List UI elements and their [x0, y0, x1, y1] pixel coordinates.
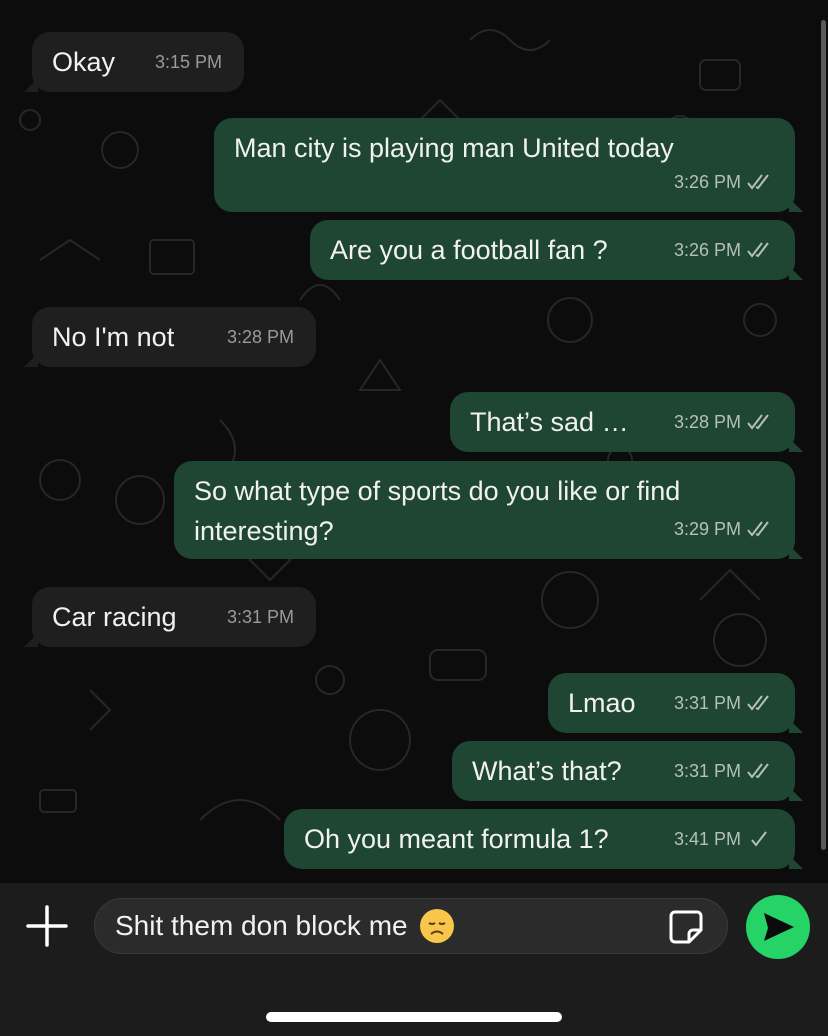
message-time: 3:31 PM	[673, 761, 741, 781]
message-time: 3:29 PM	[673, 519, 741, 539]
message-time: 3:41 PM	[673, 829, 741, 849]
message-meta: 3:28 PM	[227, 317, 294, 357]
bubble-tail	[789, 266, 803, 280]
message-bubble-outgoing[interactable]: So what type of sports do you like or fi…	[174, 461, 803, 559]
scrollbar[interactable]	[821, 20, 826, 850]
message-text: Lmao	[568, 688, 636, 718]
send-icon	[764, 913, 794, 941]
message-bubble-incoming[interactable]: Car racing 3:31 PM	[24, 587, 316, 647]
message-input[interactable]: Shit them don block me	[94, 898, 728, 954]
message-meta: 3:31 PM	[227, 597, 294, 637]
message-meta: 3:26 PM	[674, 162, 773, 202]
message-bubble-incoming[interactable]: No I'm not 3:28 PM	[24, 307, 316, 367]
double-check-icon	[747, 414, 769, 430]
chat-area: Okay 3:15 PM Man city is playing man Uni…	[0, 0, 828, 883]
message-text: So what type of sports do you like or fi…	[194, 476, 681, 546]
message-bubble-outgoing[interactable]: That’s sad … 3:28 PM	[450, 392, 803, 452]
message-text: Oh you meant formula 1?	[304, 824, 609, 854]
sticker-icon[interactable]	[667, 908, 705, 946]
message-meta: 3:28 PM	[674, 402, 773, 442]
single-check-icon	[751, 831, 767, 847]
message-text: Okay	[52, 47, 116, 77]
bubble-tail	[789, 545, 803, 559]
bubble-tail	[789, 719, 803, 733]
message-bubble-outgoing[interactable]: Are you a football fan ? 3:26 PM	[310, 220, 803, 280]
double-check-icon	[747, 763, 769, 779]
bubble-tail	[789, 855, 803, 869]
message-time: 3:31 PM	[673, 693, 741, 713]
message-text: Man city is playing man United today	[234, 133, 674, 163]
message-time: 3:26 PM	[673, 172, 741, 192]
plus-icon[interactable]	[26, 905, 68, 947]
message-text: No I'm not	[52, 322, 175, 352]
message-time: 3:28 PM	[673, 412, 741, 432]
message-meta: 3:15 PM	[155, 42, 222, 82]
disappointed-face-icon	[419, 909, 454, 943]
bubble-tail	[24, 633, 38, 647]
send-button[interactable]	[746, 895, 810, 959]
bubble-tail	[789, 787, 803, 801]
double-check-icon	[747, 242, 769, 258]
message-bubble-outgoing[interactable]: Man city is playing man United today 3:2…	[214, 118, 803, 212]
message-text: What’s that?	[472, 756, 622, 786]
message-bubble-outgoing[interactable]: What’s that? 3:31 PM	[452, 741, 803, 801]
message-time: 3:28 PM	[226, 327, 294, 347]
message-time: 3:15 PM	[154, 52, 222, 72]
message-meta: 3:26 PM	[674, 230, 773, 270]
message-meta: 3:29 PM	[674, 509, 773, 549]
double-check-icon	[747, 521, 769, 537]
message-bubble-outgoing[interactable]: Lmao 3:31 PM	[548, 673, 803, 733]
message-text: Car racing	[52, 602, 177, 632]
message-text: That’s sad …	[470, 407, 629, 437]
bubble-tail	[24, 78, 38, 92]
bubble-tail	[789, 198, 803, 212]
home-indicator[interactable]	[266, 1012, 562, 1022]
message-bubble-outgoing[interactable]: Oh you meant formula 1? 3:41 PM	[284, 809, 803, 869]
double-check-icon	[747, 695, 769, 711]
message-meta: 3:31 PM	[674, 751, 773, 791]
message-text: Are you a football fan ?	[330, 235, 608, 265]
message-bubble-incoming[interactable]: Okay 3:15 PM	[24, 32, 244, 92]
double-check-icon	[747, 174, 769, 190]
bubble-tail	[24, 353, 38, 367]
message-meta: 3:41 PM	[674, 819, 773, 859]
message-meta: 3:31 PM	[674, 683, 773, 723]
message-time: 3:26 PM	[673, 240, 741, 260]
message-input-value: Shit them don block me	[115, 910, 408, 941]
bubble-tail	[789, 438, 803, 452]
message-time: 3:31 PM	[226, 607, 294, 627]
